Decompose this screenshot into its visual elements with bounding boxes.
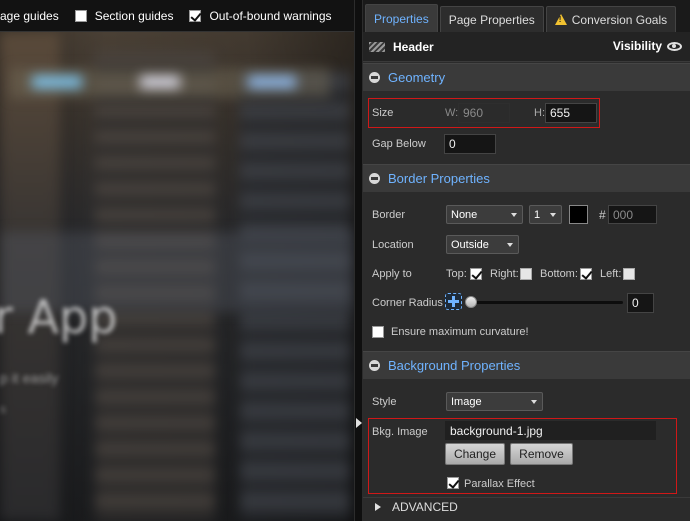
border-style-select[interactable]: None xyxy=(446,205,523,224)
panel-splitter[interactable] xyxy=(354,0,363,521)
warning-icon xyxy=(554,14,567,25)
apply-left-checkbox[interactable] xyxy=(623,268,635,280)
height-label: H: xyxy=(534,107,545,119)
visibility-toggle[interactable]: Visibility xyxy=(613,39,682,53)
page-guides-option[interactable]: age guides xyxy=(0,9,59,23)
tab-properties[interactable]: Properties xyxy=(365,4,438,32)
border-section-header[interactable]: Border Properties xyxy=(363,164,690,192)
element-header: Header Visibility xyxy=(363,32,690,62)
hero-title: r App xyxy=(0,290,118,344)
section-guides-option[interactable]: Section guides xyxy=(74,8,174,23)
page-guides-label: age guides xyxy=(0,8,59,23)
gap-below-field[interactable]: 0 xyxy=(444,134,496,154)
collapse-arrow-icon[interactable] xyxy=(356,418,362,428)
chevron-down-icon xyxy=(531,400,537,404)
tab-properties-label: Properties xyxy=(374,11,429,26)
border-width-select[interactable]: 1 xyxy=(529,205,562,224)
change-button[interactable]: Change xyxy=(445,443,505,465)
max-curvature-checkbox[interactable] xyxy=(372,326,384,338)
geometry-section-header[interactable]: Geometry xyxy=(363,63,690,91)
parallax-checkbox[interactable] xyxy=(447,477,459,489)
border-width-value: 1 xyxy=(534,208,541,221)
chevron-down-icon xyxy=(511,213,517,217)
out-of-bound-label: Out-of-bound warnings xyxy=(209,8,332,23)
out-of-bound-checkbox[interactable] xyxy=(189,9,202,22)
guides-toolbar: age guides Section guides Out-of-bound w… xyxy=(0,0,354,32)
corner-radius-label: Corner Radius xyxy=(372,297,443,309)
apply-to-label: Apply to xyxy=(372,268,412,280)
expand-arrow-icon[interactable] xyxy=(375,503,381,511)
collapse-minus-icon[interactable] xyxy=(369,72,380,83)
remove-button[interactable]: Remove xyxy=(510,443,573,465)
width-label: W: xyxy=(445,107,459,119)
bg-style-value: Image xyxy=(451,395,482,408)
advanced-toggle[interactable]: ADVANCED xyxy=(363,498,690,518)
right-label: Right: xyxy=(490,268,519,280)
advanced-label: ADVANCED xyxy=(392,500,458,514)
left-label: Left: xyxy=(600,268,622,280)
eye-icon[interactable] xyxy=(667,41,682,51)
panel-tabs: Properties Page Properties Conversion Go… xyxy=(363,0,690,32)
corner-radius-slider[interactable] xyxy=(465,296,623,308)
border-color-field[interactable]: 000 xyxy=(608,205,657,224)
corner-radius-icon xyxy=(445,293,462,310)
border-color-swatch[interactable] xyxy=(569,205,588,224)
width-field[interactable]: 960 xyxy=(458,103,510,123)
border-title: Border Properties xyxy=(388,171,490,186)
slider-handle[interactable] xyxy=(465,296,477,308)
location-value: Outside xyxy=(451,238,489,251)
apply-top-checkbox[interactable] xyxy=(470,268,482,280)
max-curvature-label: Ensure maximum curvature! xyxy=(391,326,529,338)
visibility-label: Visibility xyxy=(612,39,662,53)
tab-page-properties[interactable]: Page Properties xyxy=(439,6,544,32)
background-section-header[interactable]: Background Properties xyxy=(363,351,690,379)
top-label: Top: xyxy=(446,268,467,280)
size-label: Size xyxy=(372,107,394,119)
collapse-minus-icon[interactable] xyxy=(369,173,380,184)
height-field[interactable]: 655 xyxy=(545,103,597,123)
nav-button-3 xyxy=(248,76,296,88)
border-style-value: None xyxy=(451,208,478,221)
section-guides-checkbox[interactable] xyxy=(74,9,87,22)
chevron-down-icon xyxy=(550,213,556,217)
bottom-label: Bottom: xyxy=(540,268,578,280)
collapse-minus-icon[interactable] xyxy=(369,360,380,371)
geometry-title: Geometry xyxy=(388,70,446,85)
properties-panel: Properties Page Properties Conversion Go… xyxy=(363,0,690,521)
bg-style-select[interactable]: Image xyxy=(446,392,543,411)
apply-right-checkbox[interactable] xyxy=(520,268,532,280)
header-preview[interactable]: r App p it easily s xyxy=(0,32,354,521)
hero-subtitle: p it easily xyxy=(0,370,59,386)
bkg-image-label: Bkg. Image xyxy=(372,426,428,438)
section-hatch-icon xyxy=(369,41,385,52)
corner-radius-field[interactable]: 0 xyxy=(627,293,654,313)
page-canvas: age guides Section guides Out-of-bound w… xyxy=(0,0,354,521)
apply-bottom-checkbox[interactable] xyxy=(580,268,592,280)
nav-button-2 xyxy=(140,76,180,88)
chevron-down-icon xyxy=(507,243,513,247)
border-label: Border xyxy=(372,209,406,221)
tab-page-properties-label: Page Properties xyxy=(448,12,535,27)
tab-conversion-goals[interactable]: Conversion Goals xyxy=(545,6,677,32)
section-guides-label: Section guides xyxy=(94,8,174,23)
bkg-image-field[interactable]: background-1.jpg xyxy=(445,421,656,440)
tab-conversion-goals-label: Conversion Goals xyxy=(571,12,668,27)
bg-style-label: Style xyxy=(372,396,397,408)
out-of-bound-option[interactable]: Out-of-bound warnings xyxy=(189,8,332,23)
element-title: Header xyxy=(393,39,434,54)
color-hash-label: # xyxy=(599,208,606,222)
parallax-label: Parallax Effect xyxy=(464,478,535,490)
hero-subtitle-2: s xyxy=(0,402,6,416)
location-select[interactable]: Outside xyxy=(446,235,519,254)
location-label: Location xyxy=(372,239,414,251)
nav-button-1 xyxy=(32,76,82,88)
background-title: Background Properties xyxy=(388,358,521,373)
gap-below-label: Gap Below xyxy=(372,138,426,150)
